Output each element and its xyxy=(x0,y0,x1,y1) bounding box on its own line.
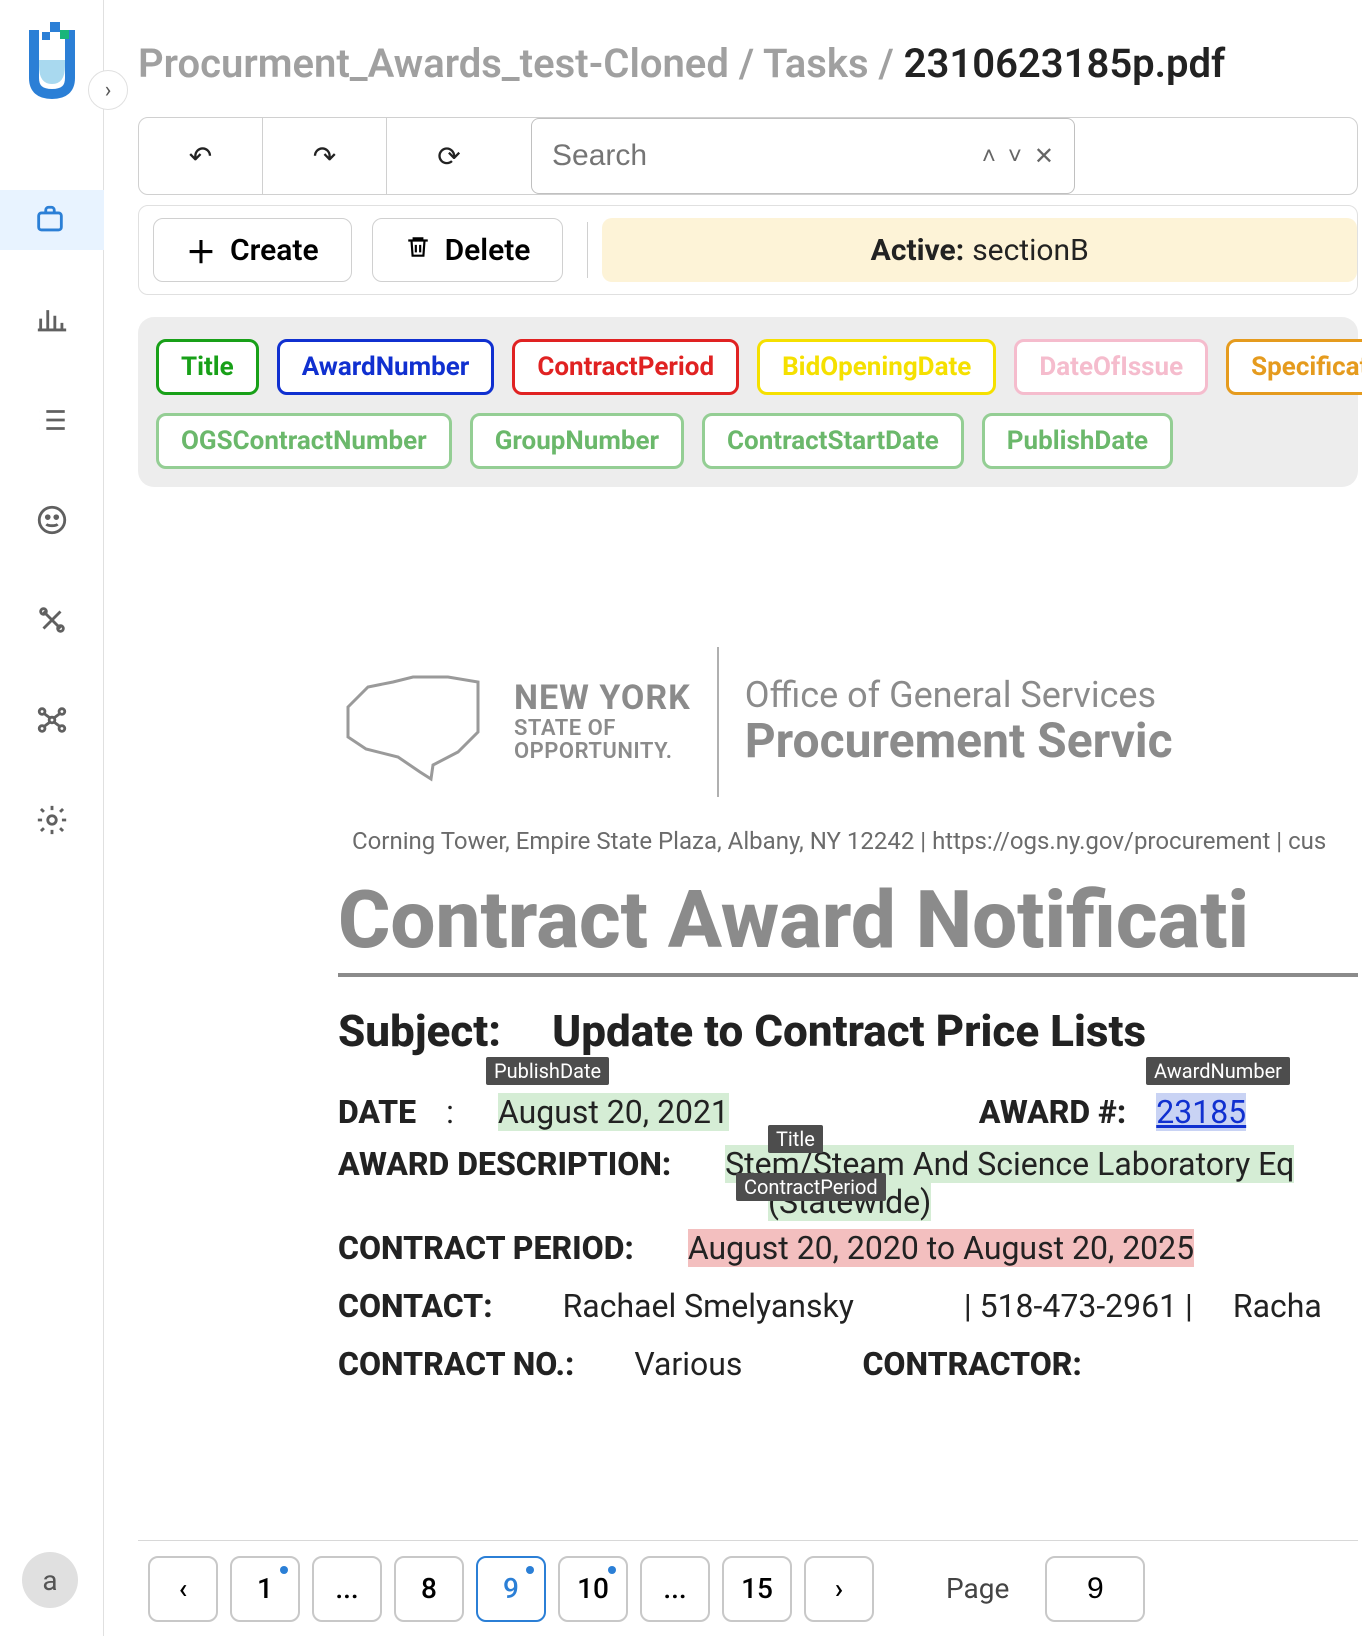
toolbar-nav: ↶ ↷ ⟳ ˄ ˅ ✕ xyxy=(138,117,1358,195)
contact-phone: | 518-473-2961 | xyxy=(964,1287,1193,1325)
contract-period-value[interactable]: August 20, 2020 to August 20, 2025 xyxy=(688,1229,1194,1267)
tags-panel: Title AwardNumber ContractPeriod BidOpen… xyxy=(138,317,1358,487)
nav-projects[interactable] xyxy=(0,190,104,250)
page-9-button[interactable]: 9 xyxy=(476,1556,546,1622)
toolbar-actions: ＋ Create Delete Active: sectionB xyxy=(138,205,1358,295)
award-desc-label: AWARD DESCRIPTION: xyxy=(338,1145,671,1183)
delete-button[interactable]: Delete xyxy=(372,218,564,282)
divider xyxy=(587,222,588,278)
active-region-pill: Active: sectionB xyxy=(602,218,1357,282)
ny-text: NEW YORK STATE OF OPPORTUNITY. xyxy=(514,681,691,763)
undo-button[interactable]: ↶ xyxy=(139,118,263,194)
ogs-text: Office of General Services Procurement S… xyxy=(745,676,1173,768)
annotation-contractperiod[interactable]: ContractPeriod xyxy=(736,1173,886,1201)
app-logo xyxy=(22,20,82,100)
page-8-button[interactable]: 8 xyxy=(394,1556,464,1622)
page-ellipsis1[interactable]: ... xyxy=(312,1556,382,1622)
refresh-button[interactable]: ⟳ xyxy=(387,118,511,194)
nav-graph[interactable] xyxy=(22,690,82,750)
tag-dateofissue[interactable]: DateOfIssue xyxy=(1014,339,1208,395)
annotation-awardnumber[interactable]: AwardNumber xyxy=(1146,1057,1290,1085)
main-area: Procurment_Awards_test-Cloned / Tasks / … xyxy=(104,0,1362,1636)
date-value[interactable]: August 20, 2021 xyxy=(498,1093,729,1131)
award-num-label: AWARD #: xyxy=(979,1093,1126,1131)
contact-label: CONTACT: xyxy=(338,1287,493,1325)
chevron-right-icon: › xyxy=(105,78,112,103)
header-divider xyxy=(717,647,719,797)
tag-title[interactable]: Title xyxy=(156,339,259,395)
page-ellipsis2[interactable]: ... xyxy=(640,1556,710,1622)
doc-title: Contract Award Notificati xyxy=(338,873,1358,977)
undo-icon: ↶ xyxy=(189,140,212,173)
nav-list[interactable] xyxy=(22,390,82,450)
breadcrumb-current: 2310623185p.pdf xyxy=(904,40,1226,87)
contract-period-label: CONTRACT PERIOD: xyxy=(338,1229,634,1267)
search-box: ˄ ˅ ✕ xyxy=(531,118,1075,194)
tag-contractperiod[interactable]: ContractPeriod xyxy=(512,339,739,395)
expand-sidebar-button[interactable]: › xyxy=(88,70,128,110)
page-input[interactable] xyxy=(1045,1556,1145,1622)
nav-settings[interactable] xyxy=(22,790,82,850)
breadcrumb-project[interactable]: Procurment_Awards_test-Cloned xyxy=(138,40,729,87)
contact-email: Racha xyxy=(1233,1287,1322,1325)
page-1-button[interactable]: 1 xyxy=(230,1556,300,1622)
breadcrumb: Procurment_Awards_test-Cloned / Tasks / … xyxy=(104,0,1362,107)
page-15-button[interactable]: 15 xyxy=(722,1556,792,1622)
contractor-label: CONTRACTOR: xyxy=(862,1345,1081,1383)
contact-name: Rachael Smelyansky xyxy=(563,1287,854,1325)
nav-tools[interactable] xyxy=(22,590,82,650)
page-10-button[interactable]: 10 xyxy=(558,1556,628,1622)
tag-contractstartdate[interactable]: ContractStartDate xyxy=(702,413,964,469)
search-prev-icon[interactable]: ˄ xyxy=(982,142,996,171)
page-label: Page xyxy=(946,1572,1009,1605)
search-close-icon[interactable]: ✕ xyxy=(1034,142,1054,171)
tag-ogscontractnumber[interactable]: OGSContractNumber xyxy=(156,413,452,469)
nav-analytics[interactable] xyxy=(22,290,82,350)
create-button[interactable]: ＋ Create xyxy=(153,218,352,282)
tag-specificationr[interactable]: SpecificationR xyxy=(1226,339,1362,395)
redo-button[interactable]: ↷ xyxy=(263,118,387,194)
redo-icon: ↷ xyxy=(313,140,336,173)
page-next-button[interactable]: › xyxy=(804,1556,874,1622)
date-label: DATE xyxy=(338,1093,416,1131)
tag-bidopeningdate[interactable]: BidOpeningDate xyxy=(757,339,996,395)
active-label: Active: xyxy=(871,233,965,268)
search-input[interactable] xyxy=(552,139,970,173)
active-value: sectionB xyxy=(972,233,1089,268)
refresh-icon: ⟳ xyxy=(437,140,460,173)
plus-icon: ＋ xyxy=(186,228,216,272)
contract-no-label: CONTRACT NO.: xyxy=(338,1345,574,1383)
annotation-publishdate[interactable]: PublishDate xyxy=(486,1057,609,1085)
breadcrumb-tasks[interactable]: Tasks xyxy=(763,40,869,87)
ny-state-icon xyxy=(338,657,488,787)
create-label: Create xyxy=(230,233,319,268)
document-viewer[interactable]: NEW YORK STATE OF OPPORTUNITY. Office of… xyxy=(138,517,1358,1507)
nav-brain[interactable] xyxy=(22,490,82,550)
pagination: ‹ 1 ... 8 9 10 ... 15 › Page xyxy=(138,1540,1358,1636)
tag-groupnumber[interactable]: GroupNumber xyxy=(470,413,684,469)
doc-header: NEW YORK STATE OF OPPORTUNITY. Office of… xyxy=(338,647,1358,797)
tag-publishdate[interactable]: PublishDate xyxy=(982,413,1173,469)
user-initial: a xyxy=(42,1564,57,1597)
contract-no-value: Various xyxy=(634,1345,742,1383)
delete-label: Delete xyxy=(445,233,531,268)
trash-icon xyxy=(405,233,431,268)
user-avatar[interactable]: a xyxy=(22,1552,78,1608)
subject-line: Subject: Update to Contract Price Lists xyxy=(338,1005,1358,1057)
sidebar: a xyxy=(0,0,104,1636)
annotation-title[interactable]: Title xyxy=(768,1125,823,1153)
search-next-icon[interactable]: ˅ xyxy=(1008,142,1022,171)
tag-awardnumber[interactable]: AwardNumber xyxy=(277,339,495,395)
doc-address: Corning Tower, Empire State Plaza, Alban… xyxy=(352,827,1358,855)
award-num-value[interactable]: 23185 xyxy=(1156,1093,1246,1131)
page-prev-button[interactable]: ‹ xyxy=(148,1556,218,1622)
